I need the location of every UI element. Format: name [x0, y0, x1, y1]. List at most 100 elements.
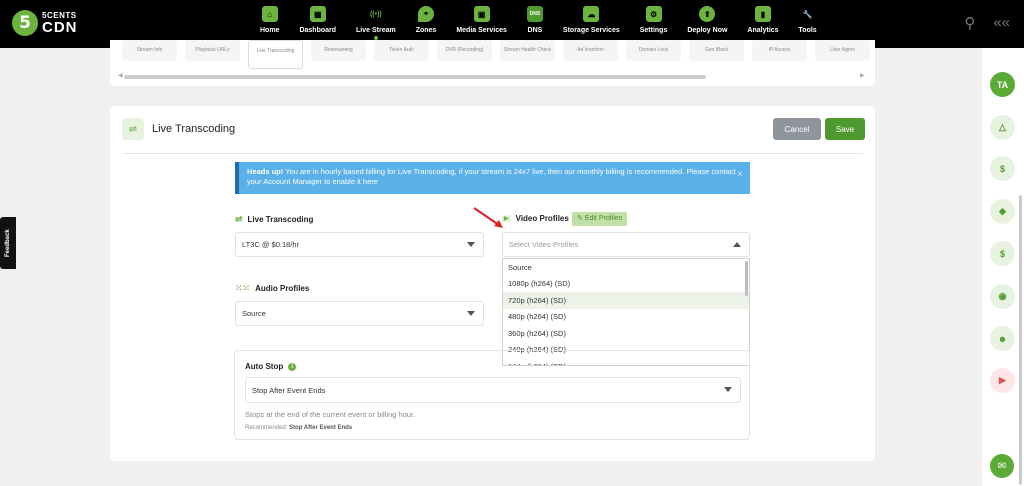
deploy-icon: ⬆: [699, 6, 716, 22]
search-icon[interactable]: ⚲: [964, 14, 975, 32]
tab-ip-access[interactable]: IP Access: [752, 40, 807, 61]
logo-badge: 5: [12, 10, 38, 36]
annotation-arrow-icon: [473, 207, 503, 228]
audio-profiles-select[interactable]: Source: [235, 301, 484, 326]
list-item[interactable]: 480p (h264) (SD): [503, 309, 749, 326]
nav-label: Live Stream: [356, 27, 396, 34]
scroll-left-arrow[interactable]: ◀: [118, 72, 123, 79]
list-item[interactable]: 360p (h264) (SD): [503, 325, 749, 342]
tab-restreaming[interactable]: Restreaming: [311, 40, 366, 61]
divider: [122, 153, 863, 154]
save-button[interactable]: Save: [825, 118, 865, 140]
cancel-button[interactable]: Cancel: [773, 118, 821, 140]
feedback-label: Feedback: [5, 229, 11, 257]
nav-label: Home: [260, 27, 280, 34]
label-text: Audio Profiles: [255, 284, 310, 293]
list-item[interactable]: Source: [503, 259, 749, 276]
nav-label: Media Services: [456, 27, 507, 34]
brand-logo[interactable]: 5 5CENTS CDN: [12, 10, 78, 36]
select-placeholder: Select Video Profiles: [509, 240, 579, 249]
tab-playback-urls[interactable]: Playback URLs: [185, 40, 240, 61]
alert-strong: Heads up!: [247, 167, 284, 176]
tab-token-auth[interactable]: Token Auth: [374, 40, 429, 61]
invoice-icon[interactable]: $: [990, 241, 1015, 266]
page-title: Live Transcoding: [152, 123, 236, 135]
nav-live-stream[interactable]: ((•)) Live Stream: [346, 6, 406, 40]
support-icon[interactable]: ☻: [990, 326, 1015, 351]
nav-settings[interactable]: ⚙ Settings: [630, 6, 678, 34]
video-profiles-select[interactable]: Select Video Profiles: [502, 232, 750, 257]
nav-dns[interactable]: DNS DNS: [517, 6, 553, 34]
dashboard-icon: ▦: [309, 6, 326, 22]
nav-label: Storage Services: [562, 27, 620, 34]
label-text: Live Transcoding: [247, 215, 314, 224]
info-icon[interactable]: i: [288, 362, 297, 371]
tab-live-transcoding[interactable]: Live Transcoding: [248, 40, 303, 69]
feedback-tab[interactable]: Feedback: [0, 217, 16, 269]
logo-line-2: CDN: [42, 18, 78, 36]
nav-storage-services[interactable]: ☁ Storage Services: [553, 6, 630, 34]
main-nav: ⌂ Home ▦ Dashboard ((•)) Live Stream ⌖ Zones…: [250, 6, 827, 40]
broadcast-icon: ((•)): [369, 10, 382, 18]
nav-label: Settings: [639, 27, 668, 34]
avatar[interactable]: TA: [990, 72, 1015, 97]
tab-dvr[interactable]: DVR (Recording): [437, 40, 492, 61]
nav-home[interactable]: ⌂ Home: [250, 6, 289, 34]
rec-label: Recommended:: [245, 425, 288, 431]
auto-stop-label: Auto Stop i: [245, 362, 297, 371]
nav-dashboard[interactable]: ▦ Dashboard: [289, 6, 346, 34]
auto-stop-select[interactable]: Stop After Event Ends: [245, 377, 741, 403]
tab-domain-lock[interactable]: Domain Lock: [626, 40, 681, 61]
billing-alert: Heads up! You are in hourly based billin…: [235, 162, 750, 194]
live-transcoding-select[interactable]: LT3C @ $0.18/hr: [235, 232, 484, 257]
chevron-down-icon: [724, 387, 732, 392]
select-value: Stop After Event Ends: [252, 385, 326, 395]
horizontal-scrollbar[interactable]: [124, 75, 706, 79]
rec-value: Stop After Event Ends: [289, 425, 353, 431]
scroll-right-arrow[interactable]: ▶: [860, 72, 865, 79]
nav-analytics[interactable]: ▮ Analytics: [737, 6, 788, 34]
label-text: Auto Stop: [245, 362, 284, 371]
logout-icon[interactable]: ▶: [990, 368, 1015, 393]
tab-ad-insertion[interactable]: Ad Insertion: [563, 40, 618, 61]
list-item[interactable]: 720p (h264) (SD): [503, 292, 749, 309]
transcode-icon: ⇌: [122, 118, 144, 140]
auto-stop-panel: Auto Stop i Stop After Event Ends Stops a…: [234, 350, 750, 440]
select-value: LT3C @ $0.18/hr: [242, 240, 300, 249]
nav-label: Zones: [415, 27, 437, 34]
layers-icon[interactable]: ◆: [990, 199, 1015, 224]
label-text: Video Profiles: [515, 214, 569, 223]
nav-deploy-now[interactable]: ⬆ Deploy Now: [677, 6, 737, 34]
nav-zones[interactable]: ⌖ Zones: [406, 6, 447, 34]
auto-stop-recommended: Recommended: Stop After Event Ends: [245, 425, 352, 431]
location-pin-icon: ⌖: [418, 6, 435, 22]
edit-profiles-button[interactable]: ✎ Edit Profiles: [572, 212, 628, 226]
video-profiles-label: ▶ Video Profiles: [502, 214, 569, 223]
nav-media-services[interactable]: ▣ Media Services: [446, 6, 517, 34]
chat-icon[interactable]: ✉: [990, 454, 1014, 478]
chevron-down-icon: [467, 242, 475, 247]
nav-label: Tools: [798, 27, 817, 34]
tab-stream-health[interactable]: Stream Health Check: [500, 40, 555, 61]
tab-geo-block[interactable]: Geo Block: [689, 40, 744, 61]
right-rail: TA △ $ ◆ $ ◉ ☻ ▶: [982, 48, 1024, 486]
close-icon[interactable]: ×: [737, 170, 743, 180]
media-icon: ▣: [473, 6, 490, 22]
page-scrollbar[interactable]: [1019, 195, 1022, 485]
audio-wave-icon: ⁙⁙: [235, 283, 251, 293]
collapse-icon[interactable]: ««: [993, 14, 1010, 32]
live-icon[interactable]: ◉: [990, 284, 1015, 309]
dollar-icon[interactable]: $: [990, 156, 1015, 181]
auto-stop-help: Stops at the end of the current event or…: [245, 410, 416, 419]
tab-user-agent[interactable]: User Agent: [815, 40, 870, 61]
bell-icon[interactable]: △: [990, 115, 1015, 140]
home-icon: ⌂: [261, 6, 278, 22]
list-item[interactable]: 1080p (h264) (SD): [503, 276, 749, 293]
tab-stream-info[interactable]: Stream Info: [122, 40, 177, 61]
alert-text: You are in hourly based billing for Live…: [247, 167, 736, 186]
dns-icon: DNS: [526, 6, 543, 22]
edit-label: Edit Profiles: [584, 215, 623, 222]
nav-tools[interactable]: 🔧 Tools: [789, 6, 827, 35]
dropdown-scrollbar[interactable]: [745, 261, 748, 296]
edit-icon: ✎: [577, 215, 585, 222]
